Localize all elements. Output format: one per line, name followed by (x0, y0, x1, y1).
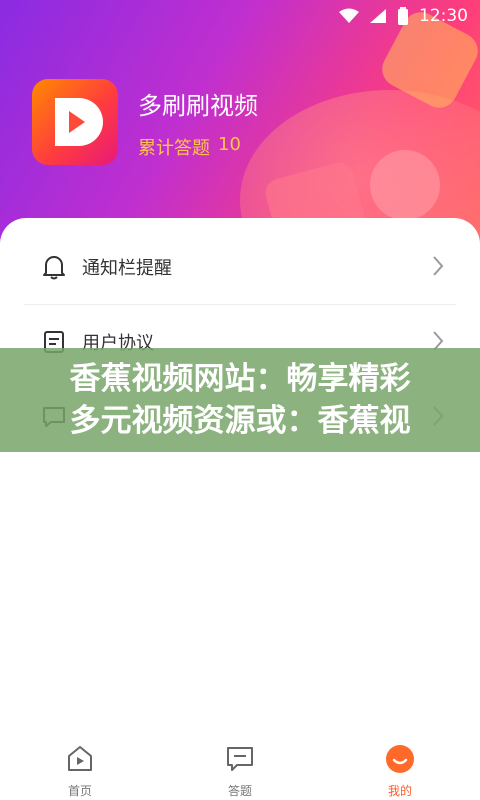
battery-icon (397, 7, 409, 25)
tab-label: 首页 (67, 784, 92, 798)
tab-answer[interactable]: 答题 (195, 744, 285, 799)
menu-item-label: 通知栏提醒 (82, 258, 172, 279)
bottom-tab-bar: 首页 答题 我的 (0, 736, 480, 800)
tab-home[interactable]: 首页 (35, 744, 125, 799)
status-time: 12:30 (419, 6, 468, 26)
tab-label: 我的 (387, 784, 412, 798)
tab-label: 答题 (227, 784, 252, 798)
header-decoration (370, 150, 440, 220)
chevron-right-icon (432, 255, 444, 281)
app-name: 多刷刷视频 (138, 92, 258, 120)
overlay-text-banner: 香蕉视频网站：畅享精彩 多元视频资源或：香蕉视 (0, 348, 480, 452)
signal-icon (369, 8, 387, 24)
home-play-icon (65, 744, 95, 778)
bell-icon (40, 253, 68, 281)
answer-count: 累计答题 10 (138, 134, 241, 160)
answer-count-value: 10 (218, 134, 241, 155)
banner-line-1: 香蕉视频网站：畅享精彩 (69, 361, 411, 397)
status-bar: 12:30 (0, 0, 480, 32)
smile-face-icon (385, 744, 415, 778)
menu-item-notification-reminder[interactable]: 通知栏提醒 (24, 230, 456, 304)
chat-bubble-icon (225, 744, 255, 778)
answer-count-label: 累计答题 (138, 138, 210, 159)
tab-mine[interactable]: 我的 (355, 744, 445, 799)
banner-line-2: 多元视频资源或：香蕉视 (69, 403, 411, 439)
play-logo-icon (32, 79, 118, 165)
wifi-icon (339, 8, 359, 24)
